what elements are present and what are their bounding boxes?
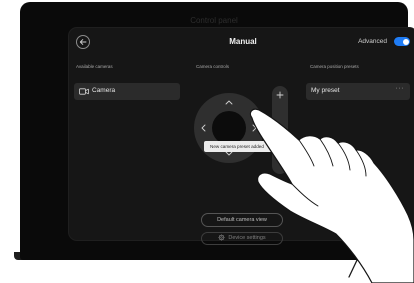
- chevron-left-icon[interactable]: [199, 123, 207, 133]
- preset-list-item[interactable]: My preset ···: [306, 83, 410, 100]
- advanced-toggle[interactable]: [394, 37, 410, 46]
- camera-item-label: Camera: [92, 87, 116, 94]
- zoom-control: [272, 86, 288, 174]
- camera-presets-label: Camera position presets: [310, 64, 359, 69]
- device-settings-label: Device settings: [228, 235, 266, 241]
- toggle-knob: [402, 38, 409, 45]
- default-camera-view-button[interactable]: Default camera view: [201, 213, 283, 227]
- preset-item-label: My preset: [311, 87, 340, 94]
- touch-panel-device: Control panel Manual Advanced Available …: [20, 2, 414, 260]
- manual-camera-panel: Manual Advanced Available cameras Camera…: [68, 27, 414, 245]
- more-icon[interactable]: ···: [396, 85, 405, 92]
- gear-icon: [218, 233, 225, 241]
- camera-list-item[interactable]: Camera: [74, 83, 180, 100]
- advanced-label: Advanced: [358, 38, 387, 45]
- camera-icon: [79, 88, 89, 95]
- preset-added-tooltip: New camera preset added: [204, 141, 280, 152]
- device-settings-button[interactable]: Device settings: [201, 232, 283, 245]
- available-cameras-label: Available cameras: [76, 64, 113, 69]
- control-panel-title: Control panel: [190, 16, 238, 25]
- chevron-up-icon[interactable]: [224, 98, 234, 106]
- camera-controls-label: Camera controls: [196, 64, 230, 69]
- chevron-right-icon[interactable]: [251, 123, 259, 133]
- camera-direction-pad: [194, 93, 264, 163]
- dpad-center: [212, 111, 246, 145]
- plus-icon[interactable]: [275, 90, 285, 100]
